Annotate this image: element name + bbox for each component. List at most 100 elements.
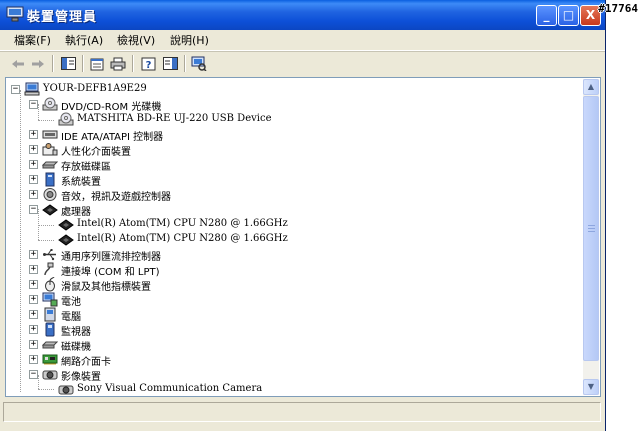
tree-label: 滑鼠及其他指標裝置: [61, 282, 151, 293]
mouse-icon: [45, 277, 55, 292]
battery-icon: [42, 292, 58, 307]
tree-item-monitor[interactable]: + 監視器: [6, 322, 566, 338]
tree-item-hid[interactable]: + 人性化介面裝置: [6, 142, 566, 158]
tree-label: 處理器: [61, 207, 91, 218]
expand-toggle[interactable]: +: [29, 325, 38, 334]
scan-hardware-icon[interactable]: [189, 54, 209, 73]
tree-item-system[interactable]: + 系統裝置: [6, 172, 566, 188]
tree-item-imaging[interactable]: − 影像裝置: [6, 367, 566, 383]
scroll-thumb[interactable]: [583, 96, 599, 361]
processor-icon: [58, 219, 74, 231]
expand-toggle[interactable]: +: [29, 175, 38, 184]
port-icon: [44, 262, 54, 276]
expand-toggle[interactable]: +: [29, 190, 38, 199]
hid-icon: [42, 143, 58, 156]
root-label: YOUR-DEFB1A9E29: [43, 83, 147, 94]
status-bar: [0, 400, 605, 431]
tree-label: 影像裝置: [61, 372, 101, 383]
tree-label: Sony Visual Communication Camera: [77, 383, 263, 394]
tree-label: IDE ATA/ATAPI 控制器: [61, 132, 164, 143]
device-manager-window: 裝置管理員 _ □ X 檔案(F) 執行(A) 檢視(V) 說明(H) ? − …: [0, 0, 606, 431]
tree-label: 存放磁碟區: [61, 162, 111, 173]
collapse-toggle[interactable]: −: [29, 370, 38, 379]
collapse-toggle[interactable]: −: [29, 100, 38, 109]
camera-icon: [42, 370, 58, 380]
status-field: [3, 402, 601, 422]
minimize-button[interactable]: _: [536, 5, 557, 26]
tree-item-ports[interactable]: + 連接埠 (COM 和 LPT): [6, 262, 566, 278]
tree-item-usb[interactable]: + 通用序列匯流排控制器: [6, 247, 566, 263]
expand-toggle[interactable]: +: [29, 130, 38, 139]
expand-toggle[interactable]: +: [29, 265, 38, 274]
storage-volume-icon: [42, 161, 58, 169]
ide-controller-icon: [42, 130, 58, 139]
tree-item-dvd[interactable]: − DVD/CD-ROM 光碟機: [6, 97, 566, 113]
collapse-toggle[interactable]: −: [29, 205, 38, 214]
expand-toggle[interactable]: +: [29, 250, 38, 259]
menu-bar: 檔案(F) 執行(A) 檢視(V) 說明(H): [0, 30, 605, 51]
scroll-up-icon[interactable]: ▲: [583, 79, 599, 95]
expand-toggle[interactable]: +: [29, 160, 38, 169]
tree-child-cpu-1[interactable]: Intel(R) Atom(TM) CPU N280 @ 1.66GHz: [6, 217, 566, 232]
tree-label: Intel(R) Atom(TM) CPU N280 @ 1.66GHz: [77, 233, 288, 244]
tree-item-computer[interactable]: + 電腦: [6, 307, 566, 323]
expand-toggle[interactable]: +: [29, 280, 38, 289]
tree-label: 人性化介面裝置: [61, 147, 131, 158]
tree-label: 電池: [61, 297, 81, 308]
monitor-icon: [45, 322, 55, 337]
svg-text:?: ?: [145, 60, 151, 71]
tree-item-storage[interactable]: + 存放磁碟區: [6, 157, 566, 173]
tree-label: 通用序列匯流排控制器: [61, 252, 161, 263]
forward-icon[interactable]: [28, 54, 48, 73]
window-title: 裝置管理員: [27, 10, 98, 25]
tree-item-mouse[interactable]: + 滑鼠及其他指標裝置: [6, 277, 566, 293]
back-icon[interactable]: [8, 54, 28, 73]
tree-item-network[interactable]: + 網路介面卡: [6, 352, 566, 368]
tree-item-sound[interactable]: + 音效，視訊及遊戲控制器: [6, 187, 566, 203]
tree-label: 監視器: [61, 327, 91, 338]
print-icon[interactable]: [108, 54, 128, 73]
menu-view[interactable]: 檢視(V): [117, 32, 155, 48]
expand-toggle[interactable]: +: [29, 340, 38, 349]
computer-icon: [44, 307, 56, 322]
menu-file[interactable]: 檔案(F): [14, 32, 51, 48]
camera-icon: [58, 385, 74, 395]
show-hide-console-tree-icon[interactable]: [58, 54, 78, 73]
cd-drive-icon: [58, 112, 74, 126]
watermark-label: #17764: [598, 2, 638, 15]
tree-child-imaging[interactable]: Sony Visual Communication Camera: [6, 382, 566, 396]
tree-label: 連接埠 (COM 和 LPT): [61, 267, 160, 278]
tree-item-cpu[interactable]: − 處理器: [6, 202, 566, 218]
tree-item-battery[interactable]: + 電池: [6, 292, 566, 308]
title-bar[interactable]: 裝置管理員 _ □ X: [0, 0, 605, 30]
properties-icon[interactable]: [87, 54, 107, 73]
tree-item-disk[interactable]: + 磁碟機: [6, 337, 566, 353]
tree-label: 網路介面卡: [61, 357, 111, 368]
tree-label: DVD/CD-ROM 光碟機: [61, 102, 162, 113]
tree-root[interactable]: − YOUR-DEFB1A9E29: [6, 82, 566, 97]
menu-action[interactable]: 執行(A): [65, 32, 103, 48]
tree-item-ide[interactable]: + IDE ATA/ATAPI 控制器: [6, 127, 566, 143]
cd-drive-icon: [42, 97, 58, 111]
expand-toggle[interactable]: +: [29, 295, 38, 304]
tree-label: 音效，視訊及遊戲控制器: [61, 192, 171, 203]
tree-child-cpu-2[interactable]: Intel(R) Atom(TM) CPU N280 @ 1.66GHz: [6, 232, 566, 247]
device-tree[interactable]: − YOUR-DEFB1A9E29 − DVD/CD-ROM 光碟機 MATSH…: [5, 77, 601, 397]
expand-toggle[interactable]: +: [29, 145, 38, 154]
help-icon[interactable]: ?: [138, 54, 158, 73]
expand-toggle[interactable]: +: [29, 355, 38, 364]
collapse-toggle[interactable]: −: [11, 85, 20, 94]
tree-label: MATSHITA BD-RE UJ-220 USB Device: [77, 113, 272, 124]
scroll-down-icon[interactable]: ▼: [583, 379, 599, 395]
tree-label: Intel(R) Atom(TM) CPU N280 @ 1.66GHz: [77, 218, 288, 229]
network-adapter-icon: [42, 354, 58, 365]
show-hide-action-pane-icon[interactable]: [160, 54, 180, 73]
menu-help[interactable]: 說明(H): [170, 32, 209, 48]
expand-toggle[interactable]: +: [29, 310, 38, 319]
tree-label: 電腦: [61, 312, 81, 323]
maximize-button[interactable]: □: [558, 5, 579, 26]
speaker-icon: [43, 188, 57, 201]
tree-child-dvd[interactable]: MATSHITA BD-RE UJ-220 USB Device: [6, 112, 566, 127]
vertical-scrollbar[interactable]: ▲ ▼: [583, 79, 599, 395]
toolbar: ?: [0, 51, 605, 76]
